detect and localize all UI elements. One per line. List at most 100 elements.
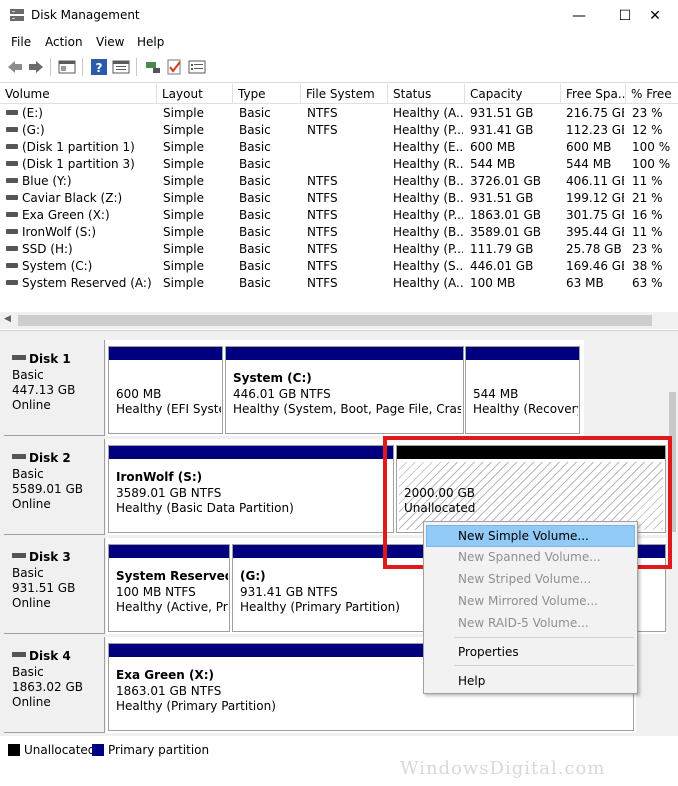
volume-name: (E:) <box>22 106 43 120</box>
volume-type-cell: Basic <box>239 157 271 171</box>
help-icon[interactable]: ? <box>90 59 108 75</box>
partition-bar-primary <box>109 446 393 459</box>
horizontal-scrollbar[interactable]: ◀ <box>0 312 678 329</box>
table-row[interactable]: SSD (H:) Simple Basic NTFS Healthy (P... 111.… <box>0 241 678 258</box>
volume-name: (G:) <box>22 123 45 137</box>
partition-title: System Reserved ( <box>116 569 228 583</box>
menu-view[interactable]: View <box>96 35 124 49</box>
table-row[interactable]: (Disk 1 partition 1) Simple Basic Healthy (… <box>0 139 678 156</box>
volume-name-cell: Exa Green (X:) <box>6 208 156 222</box>
table-row[interactable]: System (C:) Simple Basic NTFS Healthy (S... 4… <box>0 258 678 275</box>
volume-pct-cell: 38 % <box>632 259 663 273</box>
table-row[interactable]: (Disk 1 partition 3) Simple Basic Healthy (… <box>0 156 678 173</box>
minimize-button[interactable]: — <box>556 0 602 32</box>
column-header-status[interactable]: Status <box>388 84 465 104</box>
column-header-free-space[interactable]: Free Spa... <box>561 84 626 104</box>
volume-name-cell: Caviar Black (Z:) <box>6 191 156 205</box>
volume-capacity-cell: 100 MB <box>470 276 516 290</box>
forward-arrow-icon[interactable] <box>27 59 45 75</box>
volume-type-cell: Basic <box>239 276 271 290</box>
console-tree-icon[interactable] <box>58 59 76 75</box>
disk-type: Basic <box>12 467 44 481</box>
menu-item-new-mirrored-volume[interactable]: New Mirrored Volume... <box>426 590 635 612</box>
column-header-type[interactable]: Type <box>233 84 301 104</box>
volume-name-cell: IronWolf (S:) <box>6 225 156 239</box>
menu-item-new-raid5-volume[interactable]: New RAID-5 Volume... <box>426 612 635 634</box>
volume-status-cell: Healthy (B... <box>393 225 463 239</box>
scroll-left-icon[interactable]: ◀ <box>4 314 11 324</box>
volume-list-header: Volume Layout Type File System Status Ca… <box>0 84 678 104</box>
table-row[interactable]: IronWolf (S:) Simple Basic NTFS Healthy (B..… <box>0 224 678 241</box>
volume-free-cell: 600 MB <box>566 140 612 154</box>
back-arrow-icon[interactable] <box>6 59 24 75</box>
partition-efi[interactable]: 600 MB Healthy (EFI System <box>108 346 223 434</box>
menu-bar: File Action View Help <box>0 32 678 52</box>
list-icon[interactable] <box>188 59 206 75</box>
menu-item-new-spanned-volume[interactable]: New Spanned Volume... <box>426 546 635 568</box>
partition-size: 931.41 GB NTFS <box>240 585 338 599</box>
partition-title: Exa Green (X:) <box>116 668 214 682</box>
disk-icon <box>12 355 26 360</box>
disk-3-label[interactable]: Disk 3 Basic 931.51 GB Online <box>4 538 105 634</box>
legend-swatch-primary <box>92 744 104 756</box>
svg-text:?: ? <box>96 61 103 75</box>
disk-icon <box>12 652 26 657</box>
volume-status-cell: Healthy (B... <box>393 191 463 205</box>
volume-free-cell: 199.12 GB <box>566 191 624 205</box>
menu-item-help[interactable]: Help <box>426 670 635 692</box>
volume-type-cell: Basic <box>239 140 271 154</box>
table-row[interactable]: Blue (Y:) Simple Basic NTFS Healthy (B... 372… <box>0 173 678 190</box>
volume-type-cell: Basic <box>239 242 271 256</box>
volume-pct-cell: 12 % <box>632 123 663 137</box>
partition-status: Healthy (Basic Data Partition) <box>116 501 294 515</box>
menu-file[interactable]: File <box>11 35 31 49</box>
context-menu: New Simple Volume... New Spanned Volume.… <box>423 521 638 694</box>
check-icon[interactable] <box>166 59 184 75</box>
menu-item-new-simple-volume[interactable]: New Simple Volume... <box>426 525 635 547</box>
partition-recovery[interactable]: 544 MB Healthy (Recovery I <box>465 346 580 434</box>
partition-status: Healthy (EFI System <box>116 402 221 416</box>
menu-help[interactable]: Help <box>137 35 164 49</box>
partition-system-reserved[interactable]: System Reserved ( 100 MB NTFS Healthy (A… <box>108 544 230 632</box>
column-header-capacity[interactable]: Capacity <box>465 84 561 104</box>
column-header-percent-free[interactable]: % Free <box>626 84 678 104</box>
volume-name: (Disk 1 partition 3) <box>22 157 135 171</box>
drive-icon <box>6 229 18 234</box>
column-header-volume[interactable]: Volume <box>0 84 157 104</box>
partition-system-c[interactable]: System (C:) 446.01 GB NTFS Healthy (Syst… <box>225 346 464 434</box>
volume-fs-cell: NTFS <box>307 242 338 256</box>
properties-icon[interactable] <box>112 59 130 75</box>
disk-1-label[interactable]: Disk 1 Basic 447.13 GB Online <box>4 340 105 436</box>
menu-action[interactable]: Action <box>45 35 83 49</box>
column-header-layout[interactable]: Layout <box>157 84 233 104</box>
drive-icon <box>6 161 18 166</box>
disk-icon <box>12 454 26 459</box>
volume-capacity-cell: 111.79 GB <box>470 242 534 256</box>
volume-type-cell: Basic <box>239 174 271 188</box>
menu-item-new-striped-volume[interactable]: New Striped Volume... <box>426 568 635 590</box>
table-row[interactable]: Exa Green (X:) Simple Basic NTFS Healthy (P.… <box>0 207 678 224</box>
volume-type-cell: Basic <box>239 106 271 120</box>
column-header-file-system[interactable]: File System <box>301 84 388 104</box>
connect-icon[interactable] <box>144 59 162 75</box>
volume-pct-cell: 11 % <box>632 174 663 188</box>
table-row[interactable]: (G:) Simple Basic NTFS Healthy (P... 931.41 G… <box>0 122 678 139</box>
disk-size: 1863.02 GB <box>12 680 83 694</box>
table-row[interactable]: (E:) Simple Basic NTFS Healthy (A... 931.51 G… <box>0 105 678 122</box>
volume-layout-cell: Simple <box>163 276 204 290</box>
toolbar: ? <box>0 52 678 83</box>
disk-type: Basic <box>12 665 44 679</box>
menu-item-properties[interactable]: Properties <box>426 641 635 663</box>
volume-layout-cell: Simple <box>163 123 204 137</box>
drive-icon <box>6 212 18 217</box>
table-row[interactable]: Caviar Black (Z:) Simple Basic NTFS Healthy … <box>0 190 678 207</box>
volume-list[interactable]: Volume Layout Type File System Status Ca… <box>0 84 678 330</box>
disk-2-label[interactable]: Disk 2 Basic 5589.01 GB Online <box>4 439 105 535</box>
table-row[interactable]: System Reserved (A:) Simple Basic NTFS Healt… <box>0 275 678 292</box>
close-button[interactable]: ✕ <box>632 0 678 32</box>
partition-ironwolf-s[interactable]: IronWolf (S:) 3589.01 GB NTFS Healthy (B… <box>108 445 394 533</box>
disk-name: Disk 2 <box>29 451 71 465</box>
scrollbar-thumb[interactable] <box>18 315 652 326</box>
disk-4-label[interactable]: Disk 4 Basic 1863.02 GB Online <box>4 637 105 733</box>
volume-free-cell: 406.11 GB <box>566 174 624 188</box>
